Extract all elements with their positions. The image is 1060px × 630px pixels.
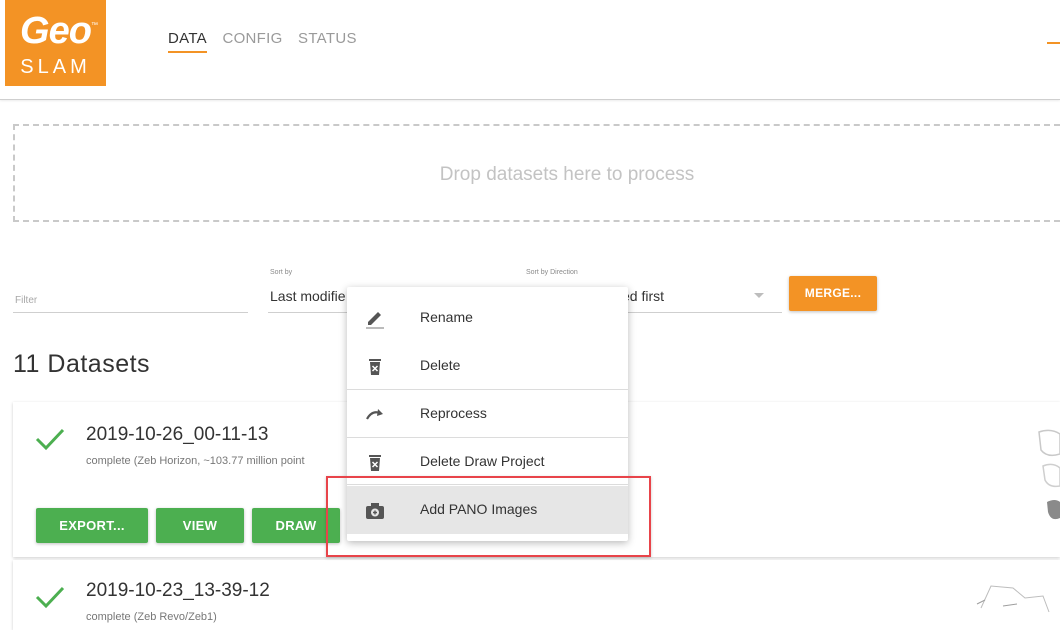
export-button[interactable]: EXPORT...: [36, 508, 148, 543]
app-header: Geo ™ SLAM DATA CONFIG STATUS: [0, 0, 1060, 100]
merge-button[interactable]: MERGE...: [789, 276, 877, 311]
chevron-down-icon: [754, 293, 764, 298]
sort-direction-value: ed first: [622, 288, 665, 304]
sort-by-value: Last modifie: [270, 288, 346, 304]
check-icon: [35, 586, 65, 609]
highlight-annotation: [326, 476, 651, 557]
logo-text-geo: Geo: [20, 10, 92, 52]
logo-trademark: ™: [91, 22, 98, 29]
menu-item-label: Reprocess: [420, 405, 487, 421]
dropzone-text: Drop datasets here to process: [439, 164, 695, 185]
tab-data[interactable]: DATA: [168, 30, 207, 53]
sort-direction-label: Sort by Direction: [526, 269, 578, 276]
trash-icon: [369, 359, 381, 375]
dataset-name: 2019-10-26_00-11-13: [86, 424, 269, 445]
filter-placeholder: Filter: [15, 295, 38, 306]
geoslam-logo[interactable]: Geo ™ SLAM: [5, 0, 106, 86]
datasets-count-heading: 11 Datasets: [13, 350, 151, 378]
dataset-thumbnail[interactable]: [1021, 424, 1060, 528]
tab-status[interactable]: STATUS: [298, 30, 357, 51]
dataset-status: complete (Zeb Revo/Zeb1): [86, 611, 217, 623]
sort-by-label: Sort by: [270, 269, 293, 276]
menu-item-label: Delete: [420, 357, 461, 373]
redo-icon: [366, 409, 383, 420]
main-nav: DATA CONFIG STATUS: [168, 30, 368, 54]
menu-item-label: Delete Draw Project: [420, 453, 545, 469]
trash-icon: [369, 455, 381, 471]
view-button[interactable]: VIEW: [156, 508, 244, 543]
check-icon: [35, 428, 65, 451]
dataset-thumbnail[interactable]: [973, 578, 1053, 618]
tab-config[interactable]: CONFIG: [222, 30, 282, 51]
dataset-name: 2019-10-23_13-39-12: [86, 580, 270, 601]
header-menu-accent[interactable]: [1047, 42, 1060, 44]
dataset-dropzone[interactable]: Drop datasets here to process: [13, 124, 1060, 222]
menu-item-rename[interactable]: Rename: [347, 294, 628, 342]
filter-input[interactable]: Filter: [13, 282, 248, 313]
pencil-icon: [366, 312, 384, 329]
dataset-card: 2019-10-23_13-39-12 complete (Zeb Revo/Z…: [13, 560, 1060, 630]
logo-text-slam: SLAM: [20, 56, 91, 78]
menu-item-label: Rename: [420, 309, 473, 325]
dataset-status: complete (Zeb Horizon, ~103.77 million p…: [86, 455, 305, 467]
menu-item-delete[interactable]: Delete: [347, 342, 628, 390]
menu-item-reprocess[interactable]: Reprocess: [347, 390, 628, 438]
